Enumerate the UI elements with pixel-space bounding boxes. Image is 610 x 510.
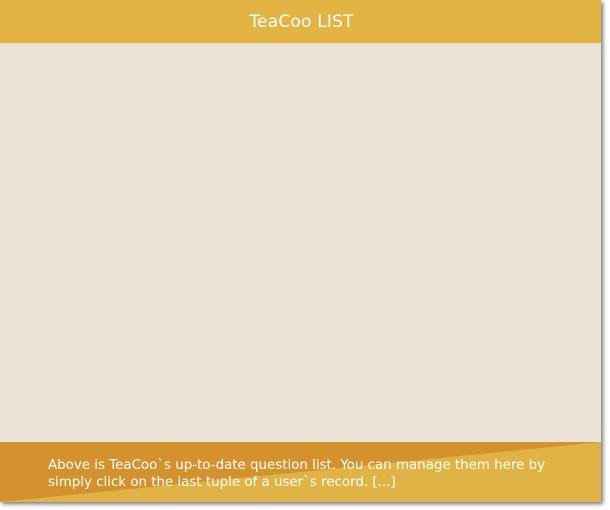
header-bar: TeaCoo LIST: [0, 0, 601, 43]
footer-description: Above is TeaCoo`s up-to-date question li…: [48, 458, 546, 490]
footer-banner: Above is TeaCoo`s up-to-date question li…: [0, 442, 601, 502]
question-list-area: [0, 43, 601, 442]
page-title: TeaCoo LIST: [249, 11, 354, 32]
list-panel: TeaCoo LIST Above is TeaCoo`s up-to-date…: [0, 0, 601, 502]
